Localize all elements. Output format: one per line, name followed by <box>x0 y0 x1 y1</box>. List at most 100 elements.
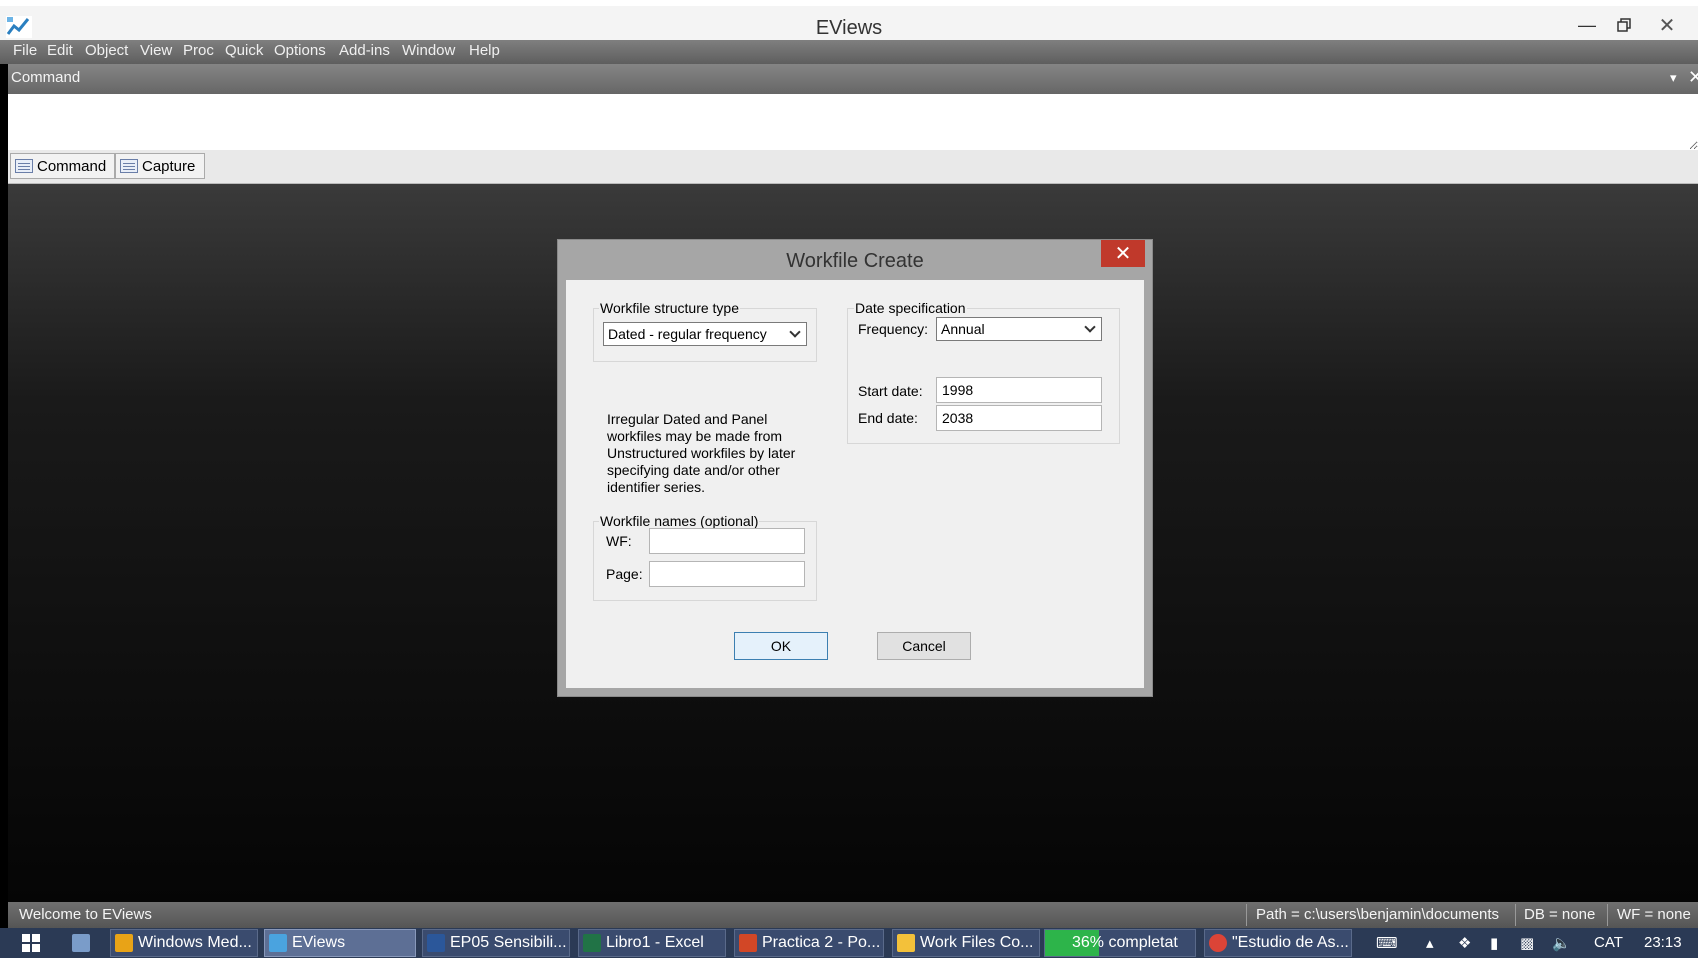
minimize-icon: — <box>1578 14 1596 35</box>
structure-type-select[interactable]: Dated - regular frequency <box>603 322 807 346</box>
calculator-taskbar-button[interactable] <box>68 929 98 957</box>
chevron-down-icon <box>789 326 801 338</box>
taskbar-item-chrome[interactable]: "Estudio de As... <box>1204 929 1352 957</box>
start-date-label: Start date: <box>858 383 923 399</box>
language-indicator[interactable]: CAT <box>1594 934 1623 951</box>
battery-icon[interactable]: ▮ <box>1490 934 1498 952</box>
show-hidden-icons-icon[interactable]: ▴ <box>1426 934 1434 952</box>
media-player-icon <box>115 934 133 952</box>
word-icon <box>427 934 445 952</box>
taskbar-item-label: 36% completat <box>1072 934 1178 951</box>
ok-button[interactable]: OK <box>734 632 828 660</box>
command-input[interactable] <box>8 94 1698 150</box>
frequency-label: Frequency: <box>858 321 929 337</box>
taskbar-item-label: "Estudio de As... <box>1232 934 1349 951</box>
end-date-label: End date: <box>858 410 918 426</box>
powerpoint-icon <box>739 934 757 952</box>
dialog-body: Workfile structure type Dated - regular … <box>566 280 1144 688</box>
command-tab-bar: Command Capture <box>8 150 1698 184</box>
taskbar-item-label: EViews <box>292 934 346 951</box>
cancel-button[interactable]: Cancel <box>877 632 971 660</box>
calculator-icon <box>72 934 90 952</box>
taskbar-item-label: EP05 Sensibili... <box>450 934 567 951</box>
download-icon <box>1049 934 1067 952</box>
pin-icon[interactable]: ▾ <box>1670 70 1677 86</box>
start-button[interactable] <box>16 929 52 957</box>
taskbar-item-label: Windows Med... <box>138 934 252 951</box>
page-name-field[interactable] <box>649 561 805 587</box>
taskbar-item-word[interactable]: EP05 Sensibili... <box>422 929 570 957</box>
taskbar-item-label: Libro1 - Excel <box>606 934 704 951</box>
taskbar-item-label: Practica 2 - Po... <box>762 934 881 951</box>
menu-addins[interactable]: Add-ins <box>339 42 390 59</box>
folder-icon <box>897 934 915 952</box>
status-path: Path = c:\users\benjamin\documents <box>1256 906 1500 923</box>
capture-window-icon <box>120 159 138 173</box>
menu-proc[interactable]: Proc <box>183 42 214 59</box>
network-signal-icon[interactable]: ▩ <box>1520 934 1534 952</box>
taskbar: Windows Med... EViews EP05 Sensibili... … <box>0 928 1698 958</box>
structure-type-value: Dated - regular frequency <box>608 326 767 342</box>
taskbar-item-download[interactable]: 36% completat <box>1044 929 1196 957</box>
taskbar-item-powerpoint[interactable]: Practica 2 - Po... <box>734 929 884 957</box>
clock[interactable]: 23:13 <box>1644 934 1682 951</box>
chrome-icon <box>1209 934 1227 952</box>
close-window-button[interactable]: ✕ <box>1648 12 1686 38</box>
menu-view[interactable]: View <box>140 42 172 59</box>
wf-name-field[interactable] <box>649 528 805 554</box>
chevron-down-icon <box>1084 321 1096 333</box>
tab-command-label: Command <box>37 157 107 175</box>
menu-bar: File Edit Object View Proc Quick Options… <box>0 40 1698 64</box>
menu-options[interactable]: Options <box>274 42 326 59</box>
status-db: DB = none <box>1524 906 1596 923</box>
end-date-field[interactable]: 2038 <box>936 405 1102 431</box>
start-date-field[interactable]: 1998 <box>936 377 1102 403</box>
menu-edit[interactable]: Edit <box>47 42 73 59</box>
excel-icon <box>583 934 601 952</box>
menu-file[interactable]: File <box>13 42 37 59</box>
dropbox-icon[interactable]: ❖ <box>1458 934 1471 952</box>
workfile-names-label: Workfile names (optional) <box>599 513 760 529</box>
status-bar: Welcome to EViews Path = c:\users\benjam… <box>8 902 1698 928</box>
command-pane-title: Command <box>11 69 81 86</box>
command-close-icon[interactable]: ✕ <box>1688 67 1698 88</box>
status-separator <box>1246 904 1247 926</box>
frequency-value: Annual <box>941 321 985 337</box>
date-spec-label: Date specification <box>854 300 967 316</box>
tab-capture-label: Capture <box>142 157 196 175</box>
workfile-create-dialog: Workfile Create ✕ Workfile structure typ… <box>557 239 1153 697</box>
page-label: Page: <box>606 566 643 582</box>
minimize-button[interactable]: — <box>1568 12 1606 38</box>
status-separator <box>1607 904 1608 926</box>
wf-label: WF: <box>606 533 632 549</box>
status-separator <box>1515 904 1516 926</box>
close-icon: ✕ <box>1658 14 1676 37</box>
volume-icon[interactable]: 🔈 <box>1552 934 1571 952</box>
taskbar-item-label: Work Files Co... <box>920 934 1034 951</box>
frequency-select[interactable]: Annual <box>936 317 1102 341</box>
taskbar-item-eviews[interactable]: EViews <box>264 929 416 957</box>
restore-icon <box>1617 18 1631 32</box>
window-title: EViews <box>815 17 883 39</box>
taskbar-item-excel[interactable]: Libro1 - Excel <box>578 929 726 957</box>
command-pane-header: Command ▾ ✕ <box>8 64 1698 94</box>
command-window-icon <box>15 159 33 173</box>
menu-help[interactable]: Help <box>469 42 500 59</box>
tab-command[interactable]: Command <box>10 153 115 179</box>
eviews-icon <box>269 934 287 952</box>
windows-logo-icon <box>22 934 40 952</box>
title-bar: EViews — ✕ <box>0 0 1698 40</box>
tab-capture[interactable]: Capture <box>115 153 205 179</box>
dialog-title: Workfile Create <box>786 250 924 272</box>
menu-window[interactable]: Window <box>402 42 455 59</box>
restore-button[interactable] <box>1605 12 1643 38</box>
keyboard-icon[interactable]: ⌨ <box>1376 934 1398 952</box>
menu-object[interactable]: Object <box>85 42 128 59</box>
menu-quick[interactable]: Quick <box>225 42 263 59</box>
taskbar-item-explorer[interactable]: Work Files Co... <box>892 929 1040 957</box>
taskbar-item-media[interactable]: Windows Med... <box>110 929 258 957</box>
close-icon: ✕ <box>1114 243 1132 265</box>
status-wf: WF = none <box>1617 906 1691 923</box>
dialog-close-button[interactable]: ✕ <box>1101 240 1145 267</box>
structure-info-text: Irregular Dated and Panel workfiles may … <box>607 411 796 495</box>
